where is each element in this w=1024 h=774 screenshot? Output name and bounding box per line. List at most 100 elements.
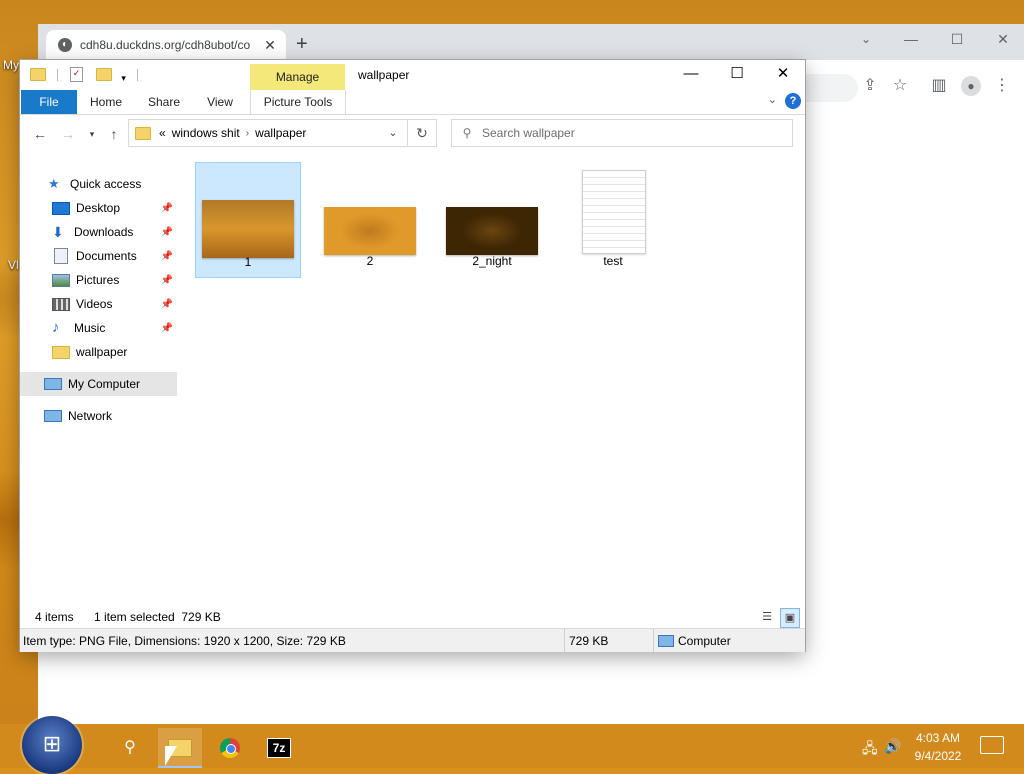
- pin-icon[interactable]: 📌: [161, 203, 173, 214]
- search-input[interactable]: Search wallpaper: [482, 126, 575, 140]
- notifications-icon[interactable]: [980, 736, 1004, 754]
- pin-icon[interactable]: 📌: [161, 251, 173, 262]
- nav-documents[interactable]: Documents 📌: [20, 244, 177, 268]
- status-bar: 4 items 1 item selected 729 KB ☰ ▣: [20, 606, 805, 628]
- breadcrumb-windows-shit[interactable]: windows shit: [172, 126, 240, 140]
- details-bar: Item type: PNG File, Dimensions: 1920 x …: [20, 628, 805, 652]
- nav-videos[interactable]: Videos 📌: [20, 292, 177, 316]
- file-item-2-night[interactable]: 2_night: [440, 162, 544, 276]
- nav-pictures[interactable]: Pictures 📌: [20, 268, 177, 292]
- file-item-1[interactable]: 1: [195, 162, 301, 278]
- nav-my-computer[interactable]: My Computer: [20, 372, 177, 396]
- back-arrow-icon[interactable]: ←: [30, 124, 50, 144]
- clock-time[interactable]: 4:03 AM: [906, 731, 970, 745]
- folder-icon: [52, 345, 70, 359]
- folder-icon: [30, 68, 46, 81]
- pin-icon[interactable]: 📌: [161, 299, 173, 310]
- nav-label: Music: [74, 321, 106, 335]
- search-box[interactable]: ⚲ Search wallpaper: [451, 119, 793, 147]
- tab-home[interactable]: Home: [82, 90, 130, 114]
- file-item-test[interactable]: test: [561, 162, 665, 276]
- item-size: 729 KB: [569, 634, 609, 648]
- file-list: 1 2 2_night test: [180, 160, 805, 600]
- browser-maximize-button[interactable]: ☐: [934, 24, 980, 56]
- pictures-icon: [52, 273, 70, 287]
- manage-context-tab[interactable]: Manage: [250, 64, 345, 90]
- large-icons-view-icon[interactable]: ▣: [780, 608, 800, 628]
- omnibox[interactable]: [798, 74, 858, 102]
- breadcrumb-separator-icon[interactable]: ›: [246, 128, 249, 139]
- start-button[interactable]: ⊞: [22, 716, 82, 774]
- tab-picture-tools[interactable]: Picture Tools: [250, 90, 346, 114]
- refresh-button[interactable]: ↻: [408, 119, 437, 147]
- explorer-minimize-button[interactable]: —: [668, 60, 714, 90]
- new-tab-button[interactable]: +: [296, 34, 308, 54]
- search-icon: ⚲: [462, 126, 472, 140]
- nav-label: wallpaper: [76, 345, 128, 359]
- browser-tab[interactable]: ◐ cdh8u.duckdns.org/cdh8ubot/co ✕: [46, 30, 286, 60]
- search-icon[interactable]: ⚲: [108, 728, 152, 768]
- download-icon: ⬇: [52, 224, 64, 240]
- tab-file[interactable]: File: [21, 90, 77, 114]
- breadcrumb-wallpaper[interactable]: wallpaper: [255, 126, 306, 140]
- details-view-icon[interactable]: ☰: [758, 608, 776, 626]
- nav-music[interactable]: ♪ Music 📌: [20, 316, 177, 340]
- pin-icon[interactable]: 📌: [161, 323, 173, 334]
- nav-label: Network: [68, 409, 113, 423]
- bookmark-star-icon[interactable]: ☆: [888, 74, 912, 98]
- nav-quick-access[interactable]: ★ Quick access: [20, 172, 177, 196]
- taskbar: ⊞ ⚲ 7z 🖧 🔊 4:03 AM 9/4/2022: [0, 716, 1024, 774]
- browser-tab-title: cdh8u.duckdns.org/cdh8ubot/co: [80, 38, 251, 52]
- expand-ribbon-icon[interactable]: ⌄: [768, 93, 777, 106]
- pin-icon[interactable]: 📌: [161, 227, 173, 238]
- network-icon[interactable]: 🖧: [862, 738, 878, 762]
- explorer-maximize-button[interactable]: ☐: [714, 60, 760, 90]
- desktop-icon-label[interactable]: My: [3, 58, 19, 72]
- side-panel-icon[interactable]: ▥: [927, 74, 951, 98]
- item-count: 4 items: [35, 610, 74, 624]
- up-arrow-icon[interactable]: ↑: [104, 124, 124, 144]
- customize-toolbar-icon[interactable]: ▾: [121, 73, 126, 83]
- recent-locations-icon[interactable]: ▾: [82, 124, 102, 144]
- file-name: 2_night: [472, 254, 512, 268]
- tab-search-icon[interactable]: ⌄: [843, 24, 889, 56]
- 7zip-icon[interactable]: 7z: [257, 728, 301, 768]
- help-icon[interactable]: ?: [785, 93, 801, 109]
- new-folder-icon[interactable]: [96, 68, 113, 81]
- breadcrumb-overflow[interactable]: «: [159, 126, 166, 140]
- pin-icon[interactable]: 📌: [161, 275, 173, 286]
- file-name: 2: [366, 254, 374, 268]
- browser-close-button[interactable]: ✕: [980, 24, 1024, 56]
- nav-label: Downloads: [74, 225, 134, 239]
- location-label: Computer: [678, 634, 731, 648]
- address-dropdown-icon[interactable]: ⌄: [379, 120, 407, 146]
- volume-icon[interactable]: 🔊: [884, 738, 901, 755]
- nav-downloads[interactable]: ⬇ Downloads 📌: [20, 220, 177, 244]
- file-item-2[interactable]: 2: [318, 162, 422, 276]
- browser-tabbar: ◐ cdh8u.duckdns.org/cdh8ubot/co ✕ + ⌄ — …: [38, 24, 1024, 60]
- share-icon[interactable]: ⇪: [858, 74, 882, 98]
- nav-desktop[interactable]: Desktop 📌: [20, 196, 177, 220]
- menu-kebab-icon[interactable]: ⋮: [990, 74, 1014, 98]
- profile-avatar-icon[interactable]: ●: [959, 74, 983, 98]
- music-icon: ♪: [52, 319, 60, 336]
- explorer-close-button[interactable]: ✕: [760, 60, 806, 90]
- chrome-icon[interactable]: [208, 728, 252, 768]
- forward-arrow-icon[interactable]: →: [58, 124, 78, 144]
- desktop-icon-label[interactable]: Vl: [8, 258, 19, 272]
- star-icon: ★: [48, 176, 60, 191]
- tab-share[interactable]: Share: [140, 90, 188, 114]
- image-thumbnail: [446, 207, 538, 255]
- nav-network[interactable]: Network: [20, 404, 177, 428]
- clock-date[interactable]: 9/4/2022: [906, 749, 970, 763]
- nav-wallpaper[interactable]: wallpaper: [20, 340, 177, 364]
- item-details: Item type: PNG File, Dimensions: 1920 x …: [23, 634, 346, 648]
- tab-view[interactable]: View: [197, 90, 243, 114]
- browser-minimize-button[interactable]: —: [888, 24, 934, 56]
- 7zip-label: 7z: [267, 737, 291, 758]
- address-bar[interactable]: « windows shit › wallpaper ⌄: [128, 119, 408, 147]
- image-thumbnail: [324, 207, 416, 255]
- close-tab-icon[interactable]: ✕: [262, 37, 278, 54]
- properties-icon[interactable]: ✓: [69, 67, 83, 82]
- explorer-title: wallpaper: [358, 68, 410, 82]
